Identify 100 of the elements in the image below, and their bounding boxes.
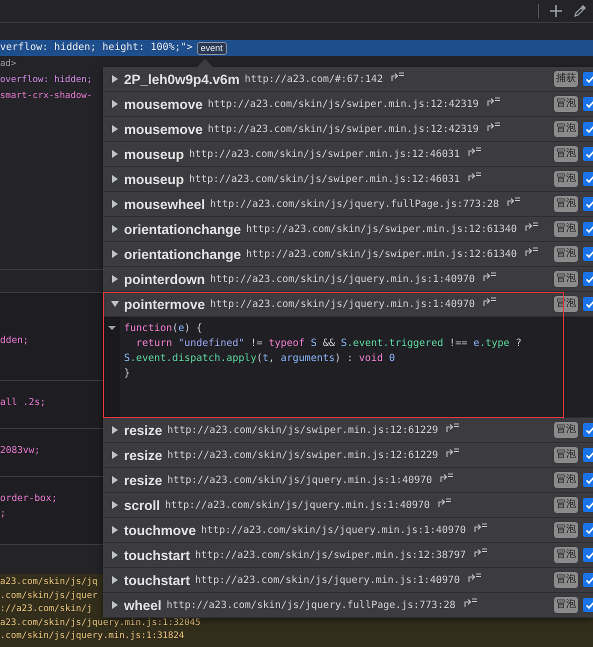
source-link[interactable]: http://a23.com/skin/js/jquery.min.js:1:40970 <box>201 524 466 536</box>
phase-badge: 冒泡 <box>554 271 578 287</box>
source-link[interactable]: http://a23.com/skin/js/swiper.min.js:12:61340 <box>246 248 517 260</box>
expand-triangle-icon[interactable] <box>111 250 119 258</box>
source-link[interactable]: http://a23.com/skin/js/jquery.fullPage.js:773:28 <box>166 600 456 610</box>
source-link[interactable]: http://a23.com/skin/js/jquery.min.js:1:40970 <box>195 574 460 586</box>
expand-triangle-icon[interactable] <box>111 501 119 509</box>
expand-triangle-icon[interactable] <box>111 125 119 133</box>
event-badge[interactable]: event <box>196 42 227 54</box>
source-link[interactable]: http://a23.com/skin/js/jquery.min.js:1:40970 <box>167 474 432 486</box>
phase-badge: 捕获 <box>554 71 578 87</box>
enable-checkbox[interactable] <box>583 147 593 161</box>
enable-checkbox[interactable] <box>583 72 593 86</box>
enable-checkbox[interactable] <box>583 197 593 211</box>
turn-arrow-list-icon[interactable] <box>446 422 460 432</box>
turn-arrow-list-icon[interactable] <box>482 296 497 306</box>
turn-arrow-list-icon[interactable] <box>482 271 497 281</box>
phase-badge: 冒泡 <box>554 121 578 137</box>
source-link[interactable]: http://a23.com/skin/js/swiper.min.js:12:42319 <box>208 124 479 134</box>
event-name: mouseup <box>124 172 184 186</box>
source-link[interactable]: http://a23.com/skin/js/swiper.min.js:12:38797 <box>195 550 466 560</box>
source-link[interactable]: http://a23.com/#:67:142 <box>244 74 384 84</box>
source-link[interactable]: http://a23.com/skin/js/swiper.min.js:12:61340 <box>246 224 517 234</box>
style-text: ; <box>0 507 6 521</box>
source-link[interactable]: http://a23.com/skin/js/swiper.min.js:12:46031 <box>189 174 460 184</box>
turn-arrow-list-icon[interactable] <box>468 171 482 181</box>
enable-checkbox[interactable] <box>583 523 593 537</box>
enable-checkbox[interactable] <box>583 573 593 587</box>
event-name: resize <box>124 472 162 488</box>
event-name: scroll <box>124 498 160 512</box>
enable-checkbox[interactable] <box>583 297 593 311</box>
source-code-line: function(e) { <box>124 322 204 336</box>
phase-badge: 冒泡 <box>554 497 578 513</box>
collapse-triangle-icon[interactable] <box>108 324 116 332</box>
source-link[interactable]: http://a23.com/skin/js/jquery.min.js:1:40970 <box>210 298 475 310</box>
enable-checkbox[interactable] <box>583 122 593 136</box>
expand-triangle-icon[interactable] <box>111 601 119 609</box>
event-name: touchstart <box>124 548 190 562</box>
phase-badge: 冒泡 <box>554 597 578 613</box>
event-name: touchmove <box>124 522 196 538</box>
phase-badge: 冒泡 <box>554 447 578 463</box>
enable-checkbox[interactable] <box>583 247 593 261</box>
event-name: mouseup <box>124 146 184 162</box>
expand-triangle-icon[interactable] <box>111 275 119 283</box>
expand-triangle-icon[interactable] <box>111 75 119 83</box>
enable-checkbox[interactable] <box>583 97 593 111</box>
source-link[interactable]: http://a23.com/skin/js/swiper.min.js:12:61229 <box>167 424 438 436</box>
source-link[interactable]: http://a23.com/skin/js/jquery.min.js:1:40970 <box>165 500 430 510</box>
code-text: ad> <box>0 58 16 71</box>
event-name: resize <box>124 422 162 438</box>
expand-triangle-icon[interactable] <box>111 451 119 459</box>
turn-arrow-list-icon[interactable] <box>438 497 452 507</box>
enable-checkbox[interactable] <box>583 498 593 512</box>
enable-checkbox[interactable] <box>583 548 593 562</box>
collapse-triangle-icon[interactable] <box>111 300 119 308</box>
enable-checkbox[interactable] <box>583 598 593 612</box>
style-text: 2083vw; <box>0 444 40 458</box>
event-name: mousemove <box>124 96 203 112</box>
expand-triangle-icon[interactable] <box>111 100 119 108</box>
turn-arrow-list-icon[interactable] <box>486 96 501 106</box>
source-link[interactable]: http://a23.com/skin/js/swiper.min.js:12:46031 <box>189 148 460 160</box>
turn-arrow-list-icon[interactable] <box>446 447 460 457</box>
turn-arrow-list-icon[interactable] <box>486 121 501 131</box>
turn-arrow-list-icon[interactable] <box>391 71 406 81</box>
expand-triangle-icon[interactable] <box>111 426 119 434</box>
expand-triangle-icon[interactable] <box>111 526 119 534</box>
add-icon[interactable] <box>549 4 563 18</box>
enable-checkbox[interactable] <box>583 448 593 462</box>
phase-badge: 冒泡 <box>554 221 578 237</box>
turn-arrow-list-icon[interactable] <box>507 196 522 206</box>
expand-triangle-icon[interactable] <box>111 551 119 559</box>
expand-triangle-icon[interactable] <box>111 200 119 208</box>
phase-badge: 冒泡 <box>554 422 578 438</box>
turn-arrow-list-icon[interactable] <box>474 547 488 557</box>
enable-checkbox[interactable] <box>583 423 593 437</box>
expand-triangle-icon[interactable] <box>111 225 119 233</box>
enable-checkbox[interactable] <box>583 222 593 236</box>
source-link[interactable]: http://a23.com/skin/js/jquery.fullPage.js:773:28 <box>210 198 500 210</box>
enable-checkbox[interactable] <box>583 172 593 186</box>
console-line: .com/skin/js/jquer <box>0 590 98 602</box>
turn-arrow-list-icon[interactable] <box>440 472 454 482</box>
expand-triangle-icon[interactable] <box>111 576 119 584</box>
turn-arrow-list-icon[interactable] <box>524 221 539 231</box>
turn-arrow-list-icon[interactable] <box>464 597 478 607</box>
turn-arrow-list-icon[interactable] <box>474 522 488 532</box>
enable-checkbox[interactable] <box>583 473 593 487</box>
source-link[interactable]: http://a23.com/skin/js/jquery.min.js:1:40970 <box>210 274 475 284</box>
event-name: touchstart <box>124 572 190 588</box>
source-code-line: S.event.dispatch.apply(t, arguments) : void 0 <box>124 352 396 366</box>
turn-arrow-list-icon[interactable] <box>468 146 482 156</box>
source-link[interactable]: http://a23.com/skin/js/swiper.min.js:12:42319 <box>208 98 479 110</box>
expand-triangle-icon[interactable] <box>111 150 119 158</box>
event-name: pointerdown <box>124 272 205 286</box>
source-link[interactable]: http://a23.com/skin/js/swiper.min.js:12:61229 <box>167 450 438 460</box>
turn-arrow-list-icon[interactable] <box>468 572 482 582</box>
phase-badge: 冒泡 <box>554 96 578 112</box>
enable-checkbox[interactable] <box>583 272 593 286</box>
expand-triangle-icon[interactable] <box>111 175 119 183</box>
turn-arrow-list-icon[interactable] <box>524 246 539 256</box>
expand-triangle-icon[interactable] <box>111 476 119 484</box>
